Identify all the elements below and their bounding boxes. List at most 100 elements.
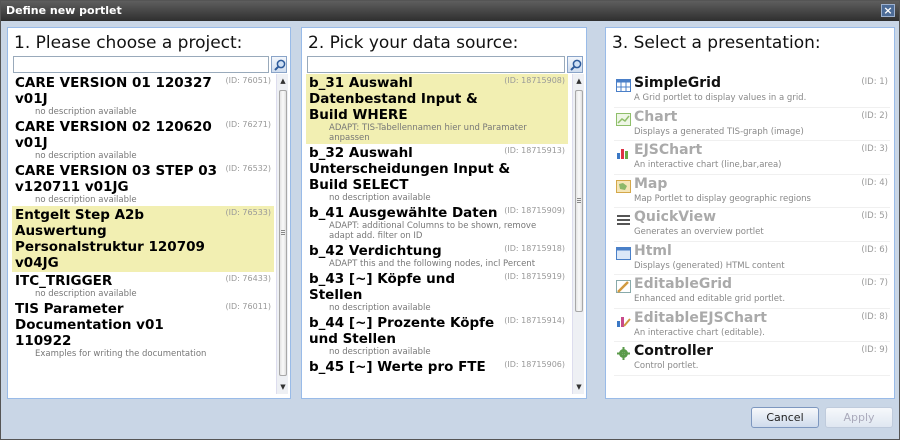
datasource-item-description: ADAPT this and the following nodes, incl… — [329, 259, 536, 269]
gear-icon — [616, 345, 631, 360]
cancel-button[interactable]: Cancel — [751, 407, 819, 428]
scroll-down-icon[interactable]: ▼ — [574, 382, 584, 392]
presentation-id: (ID: 3) — [861, 144, 888, 154]
presentation-title: QuickView — [634, 209, 717, 225]
project-item[interactable]: CARE VERSION 02 120620 v01J (ID: 76271) no… — [12, 118, 274, 162]
datasource-item[interactable]: b_44 [~] Prozente Köpfe und Stellen (ID: … — [306, 314, 568, 358]
presentation-description: Enhanced and editable grid portlet. — [634, 294, 786, 304]
datasource-search-button[interactable] — [567, 56, 583, 73]
presentation-item[interactable]: SimpleGrid (ID: 1) A Grid portlet to displ… — [614, 74, 890, 108]
presentation-title: Html — [634, 242, 672, 259]
project-panel-header: 1. Please choose a project: — [14, 33, 243, 53]
apply-button[interactable]: Apply — [825, 407, 893, 428]
presentation-panel: 3. Select a presentation: SimpleGrid (ID:… — [605, 27, 895, 399]
scroll-down-icon[interactable]: ▼ — [278, 382, 288, 392]
project-item[interactable]: ITC_TRIGGER (ID: 76433) no description ava… — [12, 272, 274, 300]
presentation-title: Chart — [634, 108, 678, 125]
edit-grid-icon — [616, 278, 631, 293]
presentation-item[interactable]: Chart (ID: 2) Displays a generated TIS-gra… — [614, 108, 890, 141]
presentation-description: An interactive chart (editable). — [634, 327, 765, 338]
presentation-item[interactable]: Map (ID: 4) Map Portlet to display geograp… — [614, 175, 890, 208]
presentation-description: Map Portlet to display geographic region… — [634, 193, 811, 204]
scroll-up-icon[interactable]: ▲ — [574, 76, 584, 86]
presentation-id: (ID: 7) — [861, 278, 888, 288]
datasource-item[interactable]: b_43 [~] Köpfe und Stellen (ID: 18715919)… — [306, 270, 568, 314]
presentation-title: Map — [634, 175, 668, 192]
project-item[interactable]: CARE VERSION 03 STEP 03 v120711 v01JG (ID… — [12, 162, 274, 206]
presentation-item[interactable]: QuickView (ID: 5) Generates an overview po… — [614, 208, 890, 242]
datasource-item-description: no description available — [329, 303, 431, 313]
datasource-item-id: (ID: 18715914) — [504, 316, 565, 325]
map-icon — [616, 178, 631, 193]
presentation-id: (ID: 5) — [861, 211, 888, 221]
project-item-id: (ID: 76533) — [225, 208, 271, 217]
presentation-item[interactable]: Html (ID: 6) Displays (generated) HTML con… — [614, 242, 890, 275]
presentation-id: (ID: 8) — [861, 311, 888, 322]
presentation-list: SimpleGrid (ID: 1) A Grid portlet to displ… — [614, 74, 890, 376]
datasource-item-id: (ID: 18715918) — [504, 244, 565, 253]
datasource-item-id: (ID: 18715913) — [504, 146, 565, 155]
presentation-title: EJSChart — [634, 142, 703, 158]
presentation-id: (ID: 2) — [861, 110, 888, 121]
datasource-item-id: (ID: 18715909) — [504, 206, 565, 215]
close-icon[interactable]: × — [881, 4, 895, 17]
datasource-item[interactable]: b_42 Verdichtung (ID: 18715918) ADAPT this… — [306, 242, 568, 270]
presentation-description: Displays a generated TIS-graph (image) — [634, 126, 804, 137]
project-item[interactable]: CARE VERSION 01 120327 v01J (ID: 76051) no… — [12, 74, 274, 118]
datasource-item-description: no description available — [329, 347, 431, 357]
datasource-search-input[interactable] — [307, 56, 565, 73]
datasource-item[interactable]: b_41 Ausgewählte Daten (ID: 18715909) ADAP… — [306, 204, 568, 242]
datasource-scrollbar[interactable]: ▲ ▼ — [572, 74, 584, 394]
presentation-description: A Grid portlet to display values in a gr… — [634, 93, 807, 103]
datasource-item[interactable]: b_45 [~] Werte pro FTE (ID: 18715906) — [306, 358, 568, 376]
search-icon — [570, 59, 582, 71]
presentation-item[interactable]: EJSChart (ID: 3) An interactive chart (lin… — [614, 141, 890, 175]
presentation-item[interactable]: Controller (ID: 9) Control portlet. — [614, 342, 890, 376]
chart-icon — [616, 111, 631, 126]
project-item-id: (ID: 76433) — [225, 274, 271, 283]
html-icon — [616, 245, 631, 260]
presentation-description: Control portlet. — [634, 361, 699, 371]
list-icon — [616, 211, 631, 225]
project-item-description: no description available — [35, 195, 137, 205]
presentation-description: Displays (generated) HTML content — [634, 260, 785, 271]
presentation-title: EditableGrid — [634, 276, 733, 292]
project-item[interactable]: Entgelt Step A2b Auswertung Personalstru… — [12, 206, 274, 272]
presentation-item[interactable]: EditableGrid (ID: 7) Enhanced and editable… — [614, 275, 890, 309]
presentation-id: (ID: 6) — [861, 244, 888, 255]
datasource-item-id: (ID: 18715919) — [504, 272, 565, 281]
grid-icon — [616, 77, 631, 92]
dialog-title: Define new portlet — [6, 4, 122, 17]
edit-chart-icon — [616, 312, 631, 327]
project-item[interactable]: TIS Parameter Documentation v01 110922 (I… — [12, 300, 274, 360]
project-scroll-thumb[interactable] — [279, 90, 287, 376]
project-item-id: (ID: 76532) — [225, 164, 271, 173]
presentation-description: Generates an overview portlet — [634, 227, 764, 237]
project-item-id: (ID: 76011) — [225, 302, 271, 311]
project-item-id: (ID: 76051) — [225, 76, 271, 85]
datasource-item-description: ADAPT: additional Columns to be shown, r… — [329, 221, 537, 241]
datasource-item-id: (ID: 18715906) — [504, 360, 565, 369]
datasource-item-description: no description available — [329, 193, 431, 203]
datasource-item-id: (ID: 18715908) — [504, 76, 565, 85]
datasource-item-description: ADAPT: TIS-Tabellennamen hier und Parama… — [329, 123, 527, 143]
project-search-button[interactable] — [271, 56, 287, 73]
datasource-panel-header: 2. Pick your data source: — [308, 33, 519, 53]
datasource-scroll-thumb[interactable] — [575, 90, 583, 312]
project-scrollbar[interactable]: ▲ ▼ — [276, 74, 288, 394]
search-icon — [274, 59, 286, 71]
presentation-id: (ID: 4) — [861, 177, 888, 188]
datasource-item[interactable]: b_31 Auswahl Datenbestand Input & Build … — [306, 74, 568, 144]
scroll-up-icon[interactable]: ▲ — [278, 76, 288, 86]
project-list: CARE VERSION 01 120327 v01J (ID: 76051) no… — [12, 74, 274, 394]
project-panel: 1. Please choose a project: CARE VERSION… — [7, 27, 291, 399]
project-search-input[interactable] — [13, 56, 269, 73]
dialog-titlebar: Define new portlet × — [1, 1, 899, 21]
presentation-panel-header: 3. Select a presentation: — [612, 33, 821, 53]
presentation-title: EditableEJSChart — [634, 309, 767, 326]
presentation-item[interactable]: EditableEJSChart (ID: 8) An interactive ch… — [614, 309, 890, 342]
project-item-id: (ID: 76271) — [225, 120, 271, 129]
datasource-item[interactable]: b_32 Auswahl Unterscheidungen Input & Bu… — [306, 144, 568, 204]
project-item-description: no description available — [35, 289, 137, 299]
presentation-id: (ID: 9) — [861, 345, 888, 355]
